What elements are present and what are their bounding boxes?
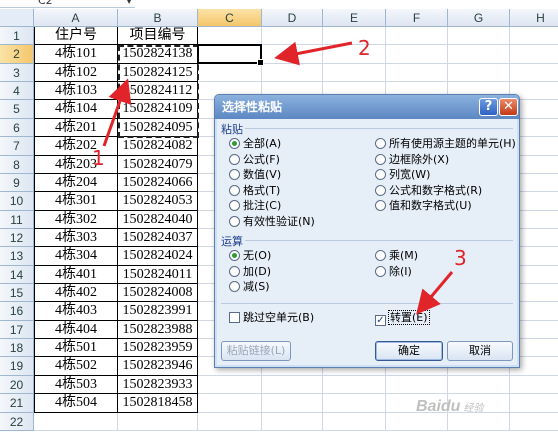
arrow-1 — [102, 78, 132, 147]
annotation-step-1: 1 — [92, 146, 105, 170]
arrow-3 — [416, 271, 454, 315]
watermark-brand: Bai — [416, 398, 441, 415]
annotation-arrows — [102, 41, 454, 315]
arrow-2 — [274, 41, 353, 66]
annotation-step-3: 3 — [454, 246, 467, 270]
watermark-paw: du — [440, 398, 461, 415]
annotation-step-2: 2 — [358, 36, 371, 60]
watermark-sub: 经验 — [463, 403, 484, 414]
baidu-watermark-logo: Baidu 经验 — [416, 398, 483, 416]
